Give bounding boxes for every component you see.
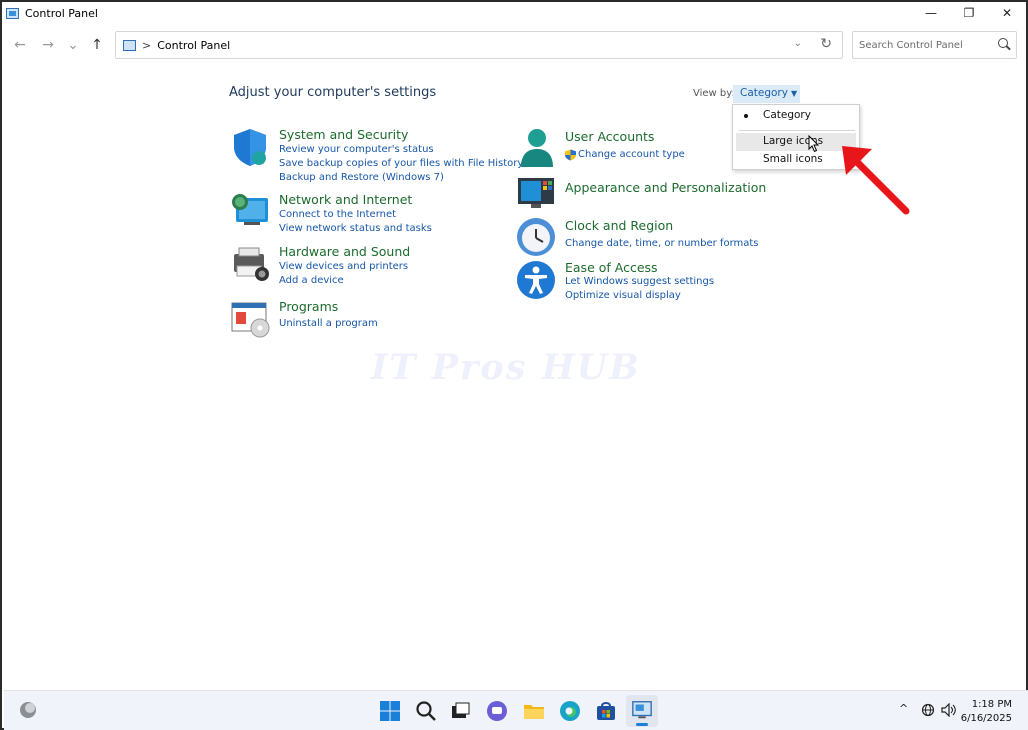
search-icon[interactable]	[998, 38, 1008, 48]
view-by-dropdown[interactable]: Category ▼	[733, 85, 800, 103]
microsoft-store-icon[interactable]	[594, 699, 618, 723]
forward-arrow-icon[interactable]: →	[38, 36, 58, 54]
link-backup-restore[interactable]: Backup and Restore (Windows 7)	[279, 172, 444, 183]
dropdown-caret-icon[interactable]: ▼	[791, 89, 797, 98]
category-title[interactable]: Appearance and Personalization	[565, 180, 766, 195]
active-indicator	[636, 723, 648, 726]
appearance-icon[interactable]	[516, 174, 556, 214]
view-by-label: View by:	[693, 88, 735, 99]
link-file-history[interactable]: Save backup copies of your files with Fi…	[279, 158, 523, 169]
category-title[interactable]: Clock and Region	[565, 218, 673, 233]
start-windows-icon[interactable]	[378, 699, 402, 723]
breadcrumb-control-panel[interactable]: Control Panel	[157, 39, 230, 52]
link-change-account-type[interactable]: Change account type	[578, 149, 685, 160]
mouse-cursor-icon	[808, 135, 820, 153]
navigation-bar: ← → ⌄ ↑ > Control Panel ⌄ ↻	[2, 30, 1026, 60]
file-explorer-icon[interactable]	[522, 699, 546, 723]
view-by-selected[interactable]: Category	[740, 87, 788, 99]
title-bar: Control Panel — ❐ ✕	[2, 2, 1026, 24]
category-title[interactable]: Programs	[279, 299, 338, 314]
network-globe-icon[interactable]	[230, 192, 270, 232]
volume-tray-icon[interactable]	[941, 703, 957, 717]
address-dropdown-icon[interactable]: ⌄	[794, 38, 802, 49]
link-review-status[interactable]: Review your computer's status	[279, 144, 434, 155]
link-network-status[interactable]: View network status and tasks	[279, 223, 432, 234]
control-panel-window: Control Panel — ❐ ✕ ← → ⌄ ↑ > Control Pa…	[0, 0, 1028, 730]
menu-item-category[interactable]: Category	[763, 109, 811, 121]
shield-icon[interactable]	[230, 127, 270, 167]
tray-date: 6/16/2025	[960, 713, 1012, 724]
clock-icon[interactable]	[516, 217, 556, 257]
uac-shield-icon	[565, 149, 576, 161]
recent-locations-icon[interactable]: ⌄	[63, 36, 83, 54]
programs-icon[interactable]	[230, 299, 270, 339]
link-add-device[interactable]: Add a device	[279, 275, 344, 286]
category-title[interactable]: User Accounts	[565, 129, 654, 144]
edge-browser-icon[interactable]	[558, 699, 582, 723]
window-title: Control Panel	[25, 6, 98, 20]
search-box[interactable]	[852, 31, 1017, 59]
printer-icon[interactable]	[230, 244, 270, 284]
watermark: IT Pros HUB	[371, 347, 641, 388]
control-panel-taskbar-icon[interactable]	[631, 699, 653, 721]
search-input[interactable]	[859, 39, 989, 51]
menu-item-small-icons[interactable]: Small icons	[763, 153, 823, 165]
taskbar: ^ 1:18 PM 6/16/2025	[4, 690, 1028, 730]
minimize-button[interactable]: —	[912, 2, 950, 24]
tray-chevron-icon[interactable]: ^	[899, 702, 908, 715]
red-arrow-annotation-icon	[842, 146, 910, 215]
address-bar[interactable]: > Control Panel ⌄ ↻	[115, 31, 843, 59]
category-title[interactable]: Ease of Access	[565, 260, 658, 275]
window-controls: — ❐ ✕	[912, 2, 1026, 24]
accessibility-icon[interactable]	[516, 260, 556, 300]
link-windows-suggest[interactable]: Let Windows suggest settings	[565, 276, 714, 287]
link-connect-internet[interactable]: Connect to the Internet	[279, 209, 396, 220]
network-tray-icon[interactable]	[921, 703, 935, 717]
page-heading: Adjust your computer's settings	[229, 85, 437, 100]
maximize-button[interactable]: ❐	[950, 2, 988, 24]
link-uninstall-program[interactable]: Uninstall a program	[279, 318, 378, 329]
widgets-icon[interactable]	[18, 699, 40, 721]
selected-bullet-icon	[744, 114, 748, 118]
menu-divider	[739, 130, 855, 131]
control-panel-location-icon	[123, 39, 136, 51]
refresh-icon[interactable]: ↻	[820, 36, 832, 52]
control-panel-taskbar-button[interactable]	[626, 695, 658, 727]
up-arrow-icon[interactable]: ↑	[87, 36, 107, 54]
task-view-icon[interactable]	[448, 699, 472, 723]
user-icon[interactable]	[516, 127, 556, 167]
clock-tray[interactable]: 1:18 PM 6/16/2025	[961, 698, 1012, 726]
category-title[interactable]: Hardware and Sound	[279, 244, 410, 259]
link-optimize-display[interactable]: Optimize visual display	[565, 290, 681, 301]
chat-icon[interactable]	[485, 699, 509, 723]
breadcrumb-separator[interactable]: >	[142, 39, 151, 52]
search-taskbar-icon[interactable]	[414, 699, 438, 723]
category-title[interactable]: System and Security	[279, 127, 408, 142]
category-title[interactable]: Network and Internet	[279, 192, 412, 207]
link-devices-printers[interactable]: View devices and printers	[279, 261, 408, 272]
back-arrow-icon[interactable]: ←	[10, 36, 30, 54]
control-panel-icon	[6, 7, 19, 19]
link-date-time-formats[interactable]: Change date, time, or number formats	[565, 238, 759, 249]
tray-time: 1:18 PM	[971, 699, 1012, 710]
close-button[interactable]: ✕	[988, 2, 1026, 24]
